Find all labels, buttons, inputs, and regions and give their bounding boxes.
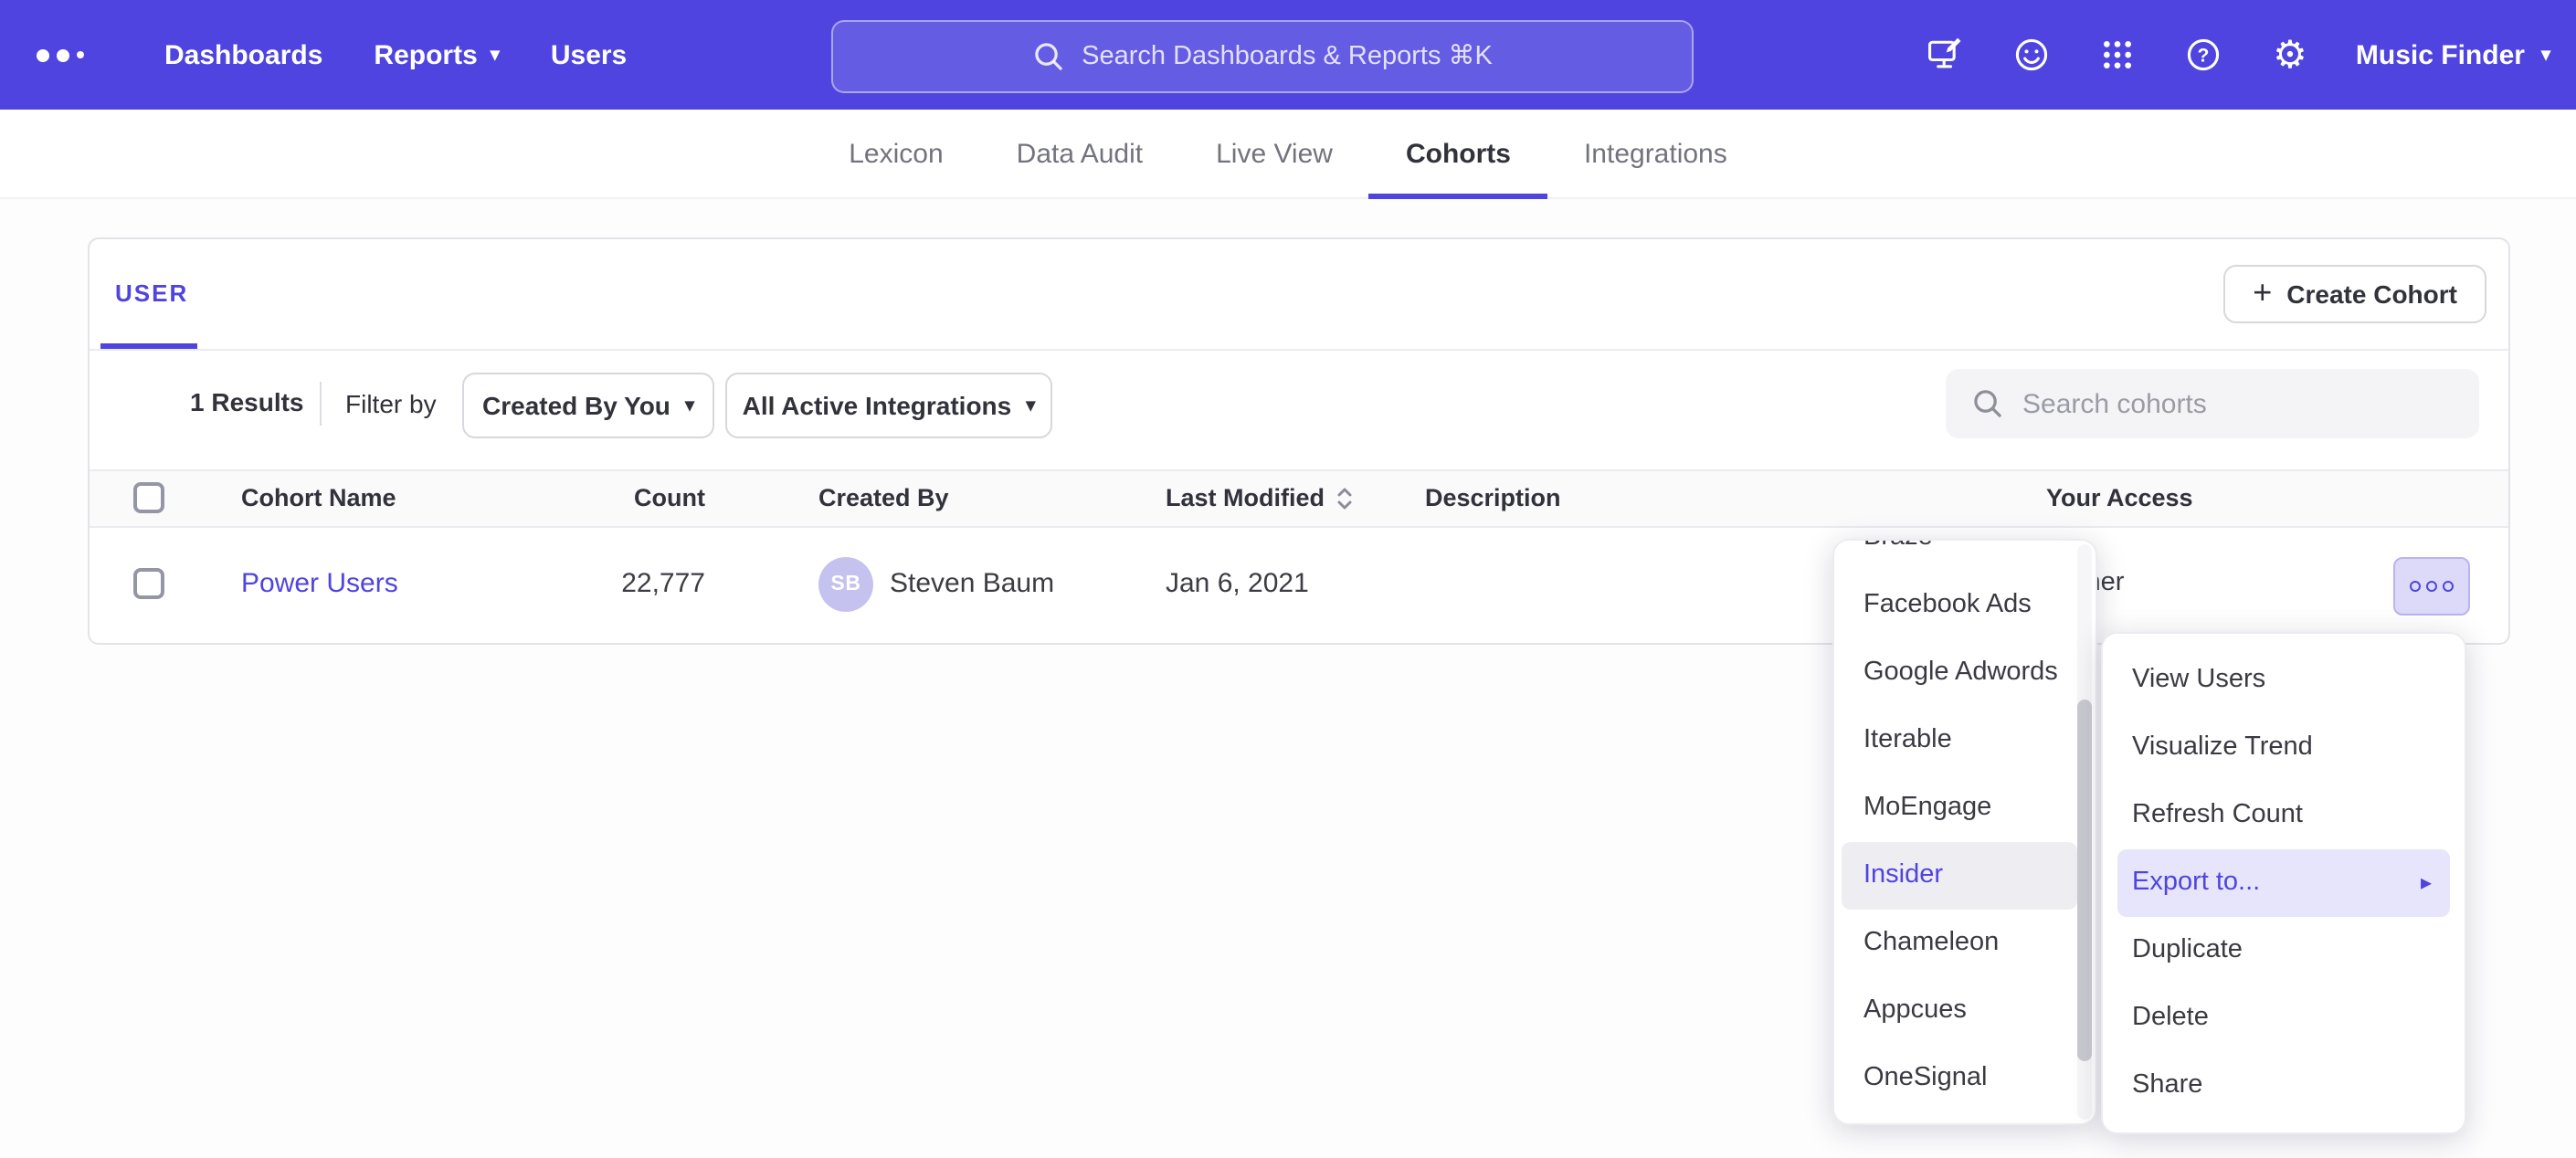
export-to-label: Export to... (2132, 868, 2260, 897)
nav-item-users[interactable]: Users (525, 0, 652, 110)
column-header-last-modified[interactable]: Last Modified (1166, 484, 1354, 511)
submenu-item-onesignal[interactable]: OneSignal (1842, 1045, 2077, 1112)
project-name: Music Finder (2356, 39, 2525, 70)
apps-grid-icon[interactable] (2098, 35, 2138, 75)
plus-icon: + (2253, 276, 2272, 309)
chevron-down-icon: ▾ (685, 398, 694, 416)
cell-cohort-name[interactable]: Power Users (241, 568, 398, 599)
cell-created-by: Steven Baum (890, 568, 1054, 599)
row-checkbox[interactable] (133, 568, 164, 599)
submenu-item-facebook-ads[interactable]: Facebook Ads (1842, 572, 2077, 639)
table-row: Power Users 22,777 SB Steven Baum Jan 6,… (90, 524, 2508, 643)
tab-label: Lexicon (849, 138, 943, 169)
nav-item-label: Users (551, 39, 627, 70)
export-to-submenu-list: Braze Facebook Ads Google Adwords Iterab… (1834, 539, 2077, 1112)
tab-data-audit[interactable]: Data Audit (980, 110, 1179, 197)
submenu-item-moengage[interactable]: MoEngage (1842, 774, 2077, 842)
integrations-filter-label: All Active Integrations (743, 391, 1012, 420)
nav-left-group: Dashboards Reports ▾ Users (37, 0, 652, 110)
global-search-placeholder: Search Dashboards & Reports ⌘K (1082, 42, 1493, 71)
tab-user-cohorts[interactable]: USER (115, 279, 188, 307)
column-header-description: Description (1425, 484, 1561, 511)
filter-by-label: Filter by (345, 389, 437, 418)
submenu-item-braze[interactable]: Braze (1842, 539, 2077, 572)
mixpanel-logo-icon[interactable] (37, 48, 84, 61)
nav-item-label: Dashboards (164, 39, 322, 70)
integrations-filter-dropdown[interactable]: All Active Integrations ▾ (725, 373, 1052, 438)
row-actions-button[interactable] (2393, 557, 2470, 616)
column-header-count: Count (528, 484, 705, 511)
top-nav: Dashboards Reports ▾ Users Search Dashbo… (0, 0, 2576, 110)
column-header-cohort-name: Cohort Name (241, 484, 396, 511)
column-header-your-access: Your Access (2046, 484, 2193, 511)
created-by-filter-dropdown[interactable]: Created By You ▾ (462, 373, 714, 438)
menu-item-export-to[interactable]: Export to... ▸ (2117, 849, 2450, 917)
help-icon[interactable]: ? (2184, 35, 2224, 75)
last-modified-label: Last Modified (1166, 484, 1325, 511)
project-switcher[interactable]: Music Finder ▾ (2356, 39, 2550, 70)
submenu-item-appcues[interactable]: Appcues (1842, 977, 2077, 1045)
settings-gear-icon[interactable]: ⚙ (2270, 35, 2310, 75)
submenu-item-iterable[interactable]: Iterable (1842, 707, 2077, 774)
chevron-down-icon: ▾ (2541, 47, 2550, 66)
tab-lexicon[interactable]: Lexicon (812, 110, 979, 197)
global-search-input[interactable]: Search Dashboards & Reports ⌘K (831, 20, 1694, 93)
search-icon (1032, 40, 1065, 73)
svg-text:?: ? (2198, 46, 2210, 67)
menu-item-delete[interactable]: Delete (2117, 984, 2450, 1052)
submenu-scrollbar-thumb[interactable] (2077, 700, 2092, 1061)
nav-item-label: Reports (374, 39, 477, 70)
column-header-created-by: Created By (818, 484, 949, 511)
search-icon (1971, 387, 2004, 420)
tab-bar: Lexicon Data Audit Live View Cohorts Int… (0, 110, 2576, 199)
menu-item-duplicate[interactable]: Duplicate (2117, 917, 2450, 984)
tab-integrations[interactable]: Integrations (1547, 110, 1764, 197)
nav-right-group: ? ⚙ Music Finder ▾ (1927, 0, 2550, 110)
cohort-type-tabs: USER + Create Cohort (90, 239, 2508, 351)
chevron-down-icon: ▾ (1026, 398, 1035, 416)
filter-divider (320, 382, 322, 426)
tab-label: Data Audit (1017, 138, 1143, 169)
nav-item-dashboards[interactable]: Dashboards (139, 0, 348, 110)
row-context-menu: View Users Visualize Trend Refresh Count… (2101, 632, 2466, 1134)
created-by-filter-label: Created By You (482, 391, 670, 420)
results-count: 1 Results (190, 387, 304, 416)
dot-icon (2426, 581, 2437, 592)
menu-item-share[interactable]: Share (2117, 1052, 2450, 1120)
creator-avatar: SB (818, 557, 873, 612)
menu-item-view-users[interactable]: View Users (2117, 647, 2450, 714)
submenu-arrow-icon: ▸ (2421, 849, 2432, 917)
create-cohort-label: Create Cohort (2286, 279, 2457, 309)
search-cohorts-input[interactable]: Search cohorts (1946, 369, 2479, 438)
tab-label: Integrations (1584, 138, 1727, 169)
tab-label: Live View (1216, 138, 1333, 169)
tab-cohorts[interactable]: Cohorts (1369, 110, 1547, 197)
table-header: Cohort Name Count Created By Last Modifi… (90, 469, 2508, 528)
user-tab-underline (100, 343, 197, 349)
app-root: Dashboards Reports ▾ Users Search Dashbo… (0, 0, 2576, 1158)
tab-live-view[interactable]: Live View (1179, 110, 1369, 197)
feedback-smiley-icon[interactable] (2012, 35, 2053, 75)
chevron-down-icon: ▾ (491, 47, 500, 66)
cohorts-card: USER + Create Cohort 1 Results Filter by… (88, 237, 2510, 645)
tab-label: Cohorts (1406, 138, 1511, 169)
data-management-icon[interactable] (1927, 35, 1967, 75)
submenu-item-insider[interactable]: Insider (1842, 842, 2077, 910)
menu-item-refresh-count[interactable]: Refresh Count (2117, 782, 2450, 849)
active-tab-underline (1369, 194, 1547, 199)
search-cohorts-placeholder: Search cohorts (2022, 388, 2207, 419)
cell-count: 22,777 (528, 568, 705, 599)
cell-last-modified: Jan 6, 2021 (1166, 568, 1309, 599)
menu-item-visualize-trend[interactable]: Visualize Trend (2117, 714, 2450, 782)
select-all-checkbox[interactable] (133, 482, 164, 513)
submenu-item-chameleon[interactable]: Chameleon (1842, 910, 2077, 977)
dot-icon (2410, 581, 2421, 592)
dot-icon (2443, 581, 2454, 592)
create-cohort-button[interactable]: + Create Cohort (2223, 265, 2486, 323)
sort-icon (1336, 485, 1354, 511)
export-to-submenu: Braze Facebook Ads Google Adwords Iterab… (1832, 539, 2097, 1125)
submenu-item-google-adwords[interactable]: Google Adwords (1842, 639, 2077, 707)
nav-item-reports[interactable]: Reports ▾ (348, 0, 524, 110)
